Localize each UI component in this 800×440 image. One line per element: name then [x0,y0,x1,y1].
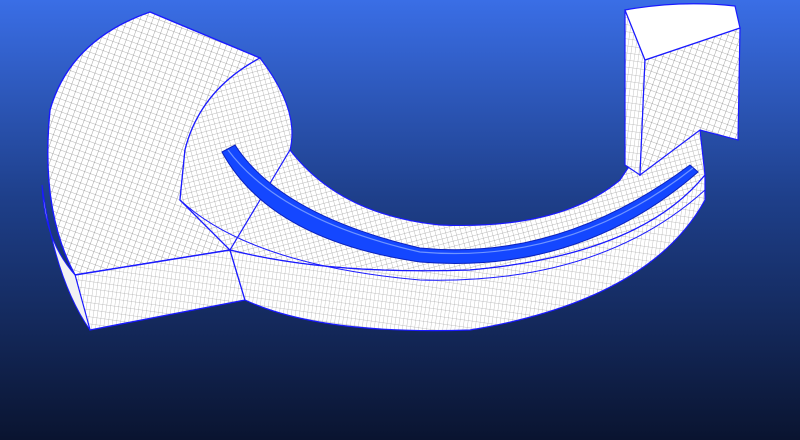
3d-viewport[interactable] [0,0,800,440]
mesh-scene[interactable] [0,0,800,440]
